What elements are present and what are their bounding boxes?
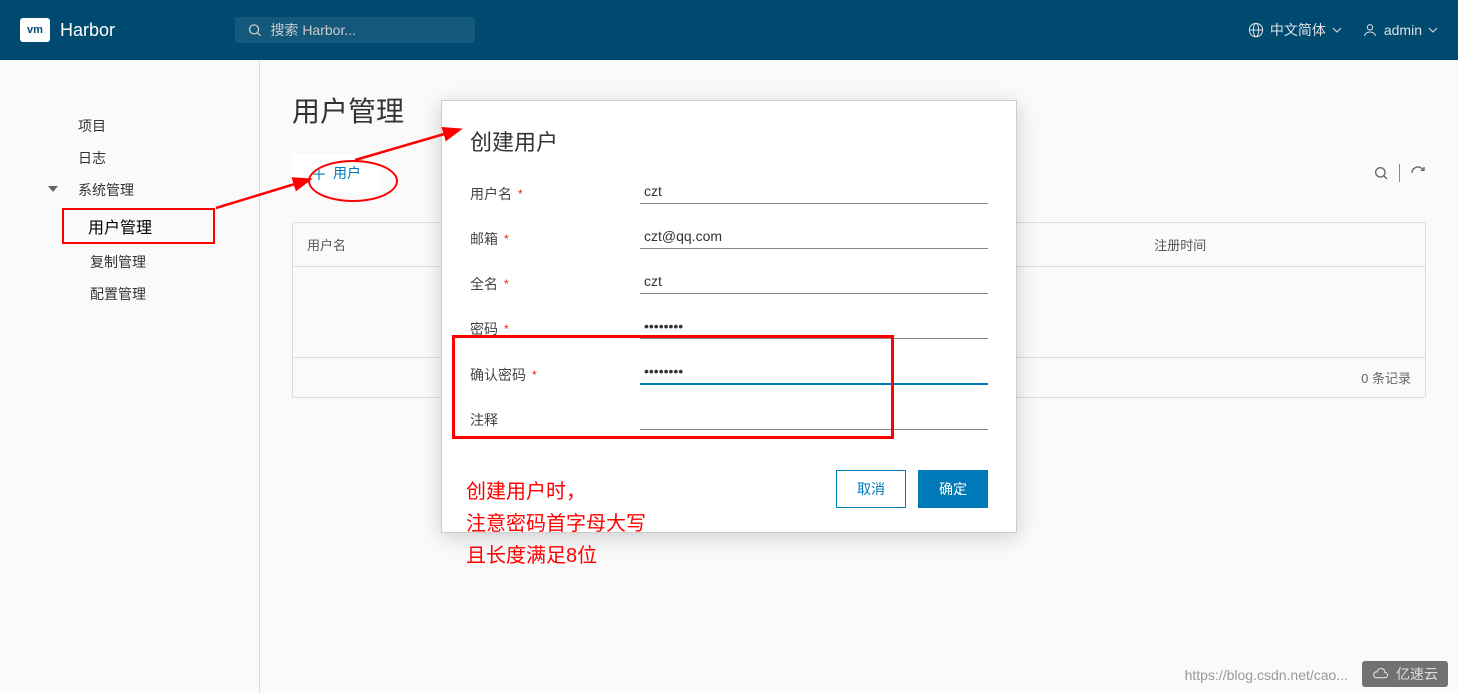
fullname-label: 全名 (470, 274, 498, 294)
logo-text: Harbor (60, 20, 115, 41)
annotation-oval (308, 160, 398, 202)
annotation-line2: 注意密码首字母大写 (466, 508, 646, 540)
username-label: 用户名 (470, 184, 512, 204)
create-user-modal: 创建用户 用户名* 邮箱* 全名* 密码* 确认密码* 注释 取消 确定 (441, 100, 1017, 533)
chevron-down-icon (1428, 25, 1438, 35)
language-label: 中文简体 (1270, 20, 1326, 40)
search-icon[interactable] (1373, 165, 1389, 181)
required-asterisk: * (504, 322, 509, 336)
user-label: admin (1384, 22, 1422, 38)
email-label: 邮箱 (470, 229, 498, 249)
cloud-icon (1372, 668, 1390, 680)
search-bar[interactable] (235, 17, 475, 43)
chevron-down-icon (1332, 25, 1342, 35)
cancel-button[interactable]: 取消 (836, 470, 906, 508)
sidebar: 项目 日志 系统管理 用户管理 复制管理 配置管理 (0, 60, 260, 693)
ok-button[interactable]: 确定 (918, 470, 988, 508)
logo-mark: vm (20, 18, 50, 42)
user-icon (1362, 22, 1378, 38)
sidebar-item-replication[interactable]: 复制管理 (0, 246, 259, 278)
email-input[interactable] (640, 226, 988, 249)
annotation-line3: 且长度满足8位 (466, 540, 646, 572)
watermark-url: https://blog.csdn.net/cao... (1185, 667, 1348, 683)
globe-icon (1248, 22, 1264, 38)
app-header: vm Harbor 中文简体 admin (0, 0, 1458, 60)
required-asterisk: * (504, 277, 509, 291)
sidebar-item-config[interactable]: 配置管理 (0, 278, 259, 310)
required-asterisk: * (518, 187, 523, 201)
required-asterisk: * (504, 232, 509, 246)
watermark-brand-text: 亿速云 (1396, 664, 1438, 684)
sidebar-item-logs[interactable]: 日志 (0, 142, 259, 174)
col-regtime[interactable]: 注册时间 (1154, 235, 1411, 254)
sidebar-item-projects[interactable]: 项目 (0, 110, 259, 142)
annotation-text: 创建用户时， 注意密码首字母大写 且长度满足8位 (466, 476, 646, 572)
language-selector[interactable]: 中文简体 (1248, 20, 1342, 40)
watermark-brand: 亿速云 (1362, 661, 1448, 687)
sidebar-group-system[interactable]: 系统管理 (0, 174, 259, 206)
modal-title: 创建用户 (470, 125, 988, 157)
annotation-line1: 创建用户时， (466, 476, 646, 508)
refresh-icon[interactable] (1410, 165, 1426, 181)
annotation-password-box (452, 335, 894, 439)
search-input[interactable] (270, 22, 463, 38)
username-input[interactable] (640, 181, 988, 204)
app-logo: vm Harbor (20, 18, 115, 42)
user-menu[interactable]: admin (1362, 22, 1438, 38)
sidebar-item-user-mgmt[interactable]: 用户管理 (62, 208, 215, 244)
fullname-input[interactable] (640, 271, 988, 294)
toolbar-divider (1399, 164, 1400, 182)
search-icon (247, 22, 262, 38)
